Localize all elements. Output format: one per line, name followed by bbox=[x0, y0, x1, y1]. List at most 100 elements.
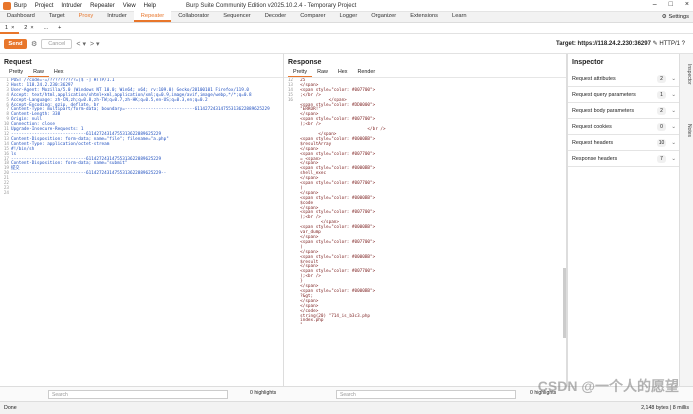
tab-collaborator[interactable]: Collaborator bbox=[171, 11, 216, 22]
tab-intruder[interactable]: Intruder bbox=[100, 11, 134, 22]
tab-sequencer[interactable]: Sequencer bbox=[216, 11, 258, 22]
menu-view[interactable]: View bbox=[123, 3, 136, 9]
menu-bar: Burp Project Intruder Repeater View Help bbox=[14, 3, 164, 9]
request-body[interactable]: POST /?code=-=/??????????=[$ -] HTTP/1.1… bbox=[11, 78, 279, 177]
inspector-row[interactable]: Request body parameters 2 ⌄ bbox=[568, 103, 680, 119]
inspector-row-label: Request headers bbox=[572, 140, 614, 146]
window-controls: – □ × bbox=[653, 1, 689, 8]
inspector-row-count: 10 bbox=[657, 139, 666, 147]
cancel-button[interactable]: Cancel bbox=[41, 38, 73, 49]
settings-gear-icon[interactable]: ⚙ bbox=[31, 40, 37, 48]
menu-project[interactable]: Project bbox=[35, 3, 54, 9]
response-search-input[interactable]: Search bbox=[336, 390, 516, 399]
chevron-down-icon[interactable]: ⌄ bbox=[671, 135, 676, 151]
request-tab-label: 2 bbox=[24, 24, 28, 31]
target-label: Target: bbox=[555, 41, 576, 47]
add-tab-button[interactable]: + bbox=[53, 23, 66, 34]
side-tab-notes[interactable]: Notes bbox=[682, 124, 692, 137]
http-version: HTTP/1 bbox=[659, 41, 680, 47]
inspector-row[interactable]: Request query parameters 1 ⌄ bbox=[568, 87, 680, 103]
response-scrollbar[interactable] bbox=[563, 268, 566, 338]
inspector-row-label: Request attributes bbox=[572, 76, 616, 82]
repeater-toolbar: Send ⚙ Cancel < ▾ > ▾ Target: https://11… bbox=[0, 34, 693, 54]
help-icon[interactable]: ? bbox=[682, 41, 685, 47]
watermark: CSDN @一个人的愿望 bbox=[537, 378, 679, 394]
code-line: " bbox=[295, 323, 303, 329]
edit-icon[interactable]: ✎ bbox=[653, 41, 658, 47]
chevron-down-icon[interactable]: ⌄ bbox=[671, 119, 676, 135]
send-button[interactable]: Send bbox=[4, 38, 27, 49]
menu-burp[interactable]: Burp bbox=[14, 3, 27, 9]
target-display: Target: https://118.24.2.230:36297 ✎ HTT… bbox=[556, 40, 685, 47]
tab-repeater[interactable]: Repeater bbox=[133, 11, 172, 22]
menu-help[interactable]: Help bbox=[144, 3, 156, 9]
status-bar: Done 2,148 bytes | 8 millis bbox=[0, 401, 693, 414]
chevron-down-icon[interactable]: ⌄ bbox=[671, 87, 676, 103]
close-tab-icon[interactable]: × bbox=[11, 23, 14, 32]
tab-dashboard[interactable]: Dashboard bbox=[0, 11, 42, 22]
request-title: Request bbox=[4, 59, 32, 66]
window-title: Burp Suite Community Edition v2025.10.2.… bbox=[186, 2, 357, 9]
tab-decoder[interactable]: Decoder bbox=[258, 11, 294, 22]
request-line-numbers: 1 2 3 4 5 6 7 8 9 10 11 12 13 14 15 16 17 18 19 20 21 22 23 24 bbox=[0, 78, 9, 197]
request-tab-1[interactable]: 1 × bbox=[0, 22, 20, 34]
inspector-panel: Inspector Request attributes 2 ⌄ Request qu… bbox=[567, 54, 680, 386]
request-pane: Request Pretty Raw Hex 1 2 3 4 5 6 7 8 9 10 11 12 13… bbox=[0, 54, 284, 386]
request-highlight-count: 0 highlights bbox=[250, 390, 277, 396]
inspector-row-label: Request query parameters bbox=[572, 92, 636, 98]
inspector-row-count: 2 bbox=[657, 107, 666, 115]
inspector-row-count: 7 bbox=[657, 155, 666, 163]
chevron-down-icon[interactable]: ⌄ bbox=[671, 103, 676, 119]
tab-organizer[interactable]: Organizer bbox=[364, 11, 403, 22]
response-title: Response bbox=[288, 59, 322, 66]
close-icon[interactable]: × bbox=[685, 1, 689, 8]
request-search-input[interactable]: Search bbox=[48, 390, 228, 399]
side-tabs: Inspector Notes bbox=[679, 54, 693, 386]
inspector-row-count: 0 bbox=[657, 123, 666, 131]
side-tab-inspector[interactable]: Inspector bbox=[682, 64, 692, 85]
inspector-row[interactable]: Request headers 10 ⌄ bbox=[568, 135, 680, 151]
code-line: -----------------------------61142724314… bbox=[11, 171, 167, 177]
request-tab-2[interactable]: 2 × bbox=[19, 23, 38, 34]
tab-comparer[interactable]: Comparer bbox=[293, 11, 332, 22]
line-number: 24 bbox=[3, 190, 9, 196]
repeater-request-tabs: 1 × 2 × ... + bbox=[0, 22, 693, 34]
chevron-down-icon[interactable]: ⌄ bbox=[671, 151, 676, 167]
main-tabs: Dashboard Target Proxy Intruder Repeater… bbox=[0, 11, 693, 23]
tab-proxy[interactable]: Proxy bbox=[72, 11, 101, 22]
request-tab-label: 1 bbox=[5, 24, 9, 31]
maximize-icon[interactable]: □ bbox=[669, 1, 673, 8]
menu-intruder[interactable]: Intruder bbox=[61, 3, 82, 9]
target-url: https://118.24.2.230:36297 bbox=[577, 41, 651, 47]
status-text: Done bbox=[4, 405, 17, 411]
burp-logo-icon bbox=[3, 1, 11, 10]
response-body[interactable]: 25 </span> <span style="color: #007700">… bbox=[295, 78, 562, 329]
forward-arrow-icon[interactable]: > ▾ bbox=[90, 40, 100, 48]
tab-extensions[interactable]: Extensions bbox=[403, 11, 445, 22]
close-tab-icon[interactable]: × bbox=[30, 23, 33, 34]
response-size: 2,148 bytes | 8 millis bbox=[641, 405, 689, 411]
response-pane: Response Pretty Raw Hex Render 12 13 14 15 1… bbox=[284, 54, 567, 386]
response-line-numbers: 12 13 14 15 16 bbox=[284, 78, 293, 104]
request-tab-label: ... bbox=[43, 24, 49, 31]
tab-learn[interactable]: Learn bbox=[445, 11, 474, 22]
line-number: 16 bbox=[287, 97, 293, 103]
request-tab-more[interactable]: ... bbox=[39, 23, 54, 34]
inspector-row-count: 1 bbox=[657, 91, 666, 99]
back-arrow-icon[interactable]: < ▾ bbox=[76, 40, 86, 48]
inspector-row[interactable]: Request attributes 2 ⌄ bbox=[568, 71, 680, 87]
menu-repeater[interactable]: Repeater bbox=[90, 3, 115, 9]
tab-target[interactable]: Target bbox=[42, 11, 72, 22]
settings-label: Settings bbox=[668, 14, 689, 20]
chevron-down-icon[interactable]: ⌄ bbox=[671, 71, 676, 87]
inspector-row[interactable]: Request cookies 0 ⌄ bbox=[568, 119, 680, 135]
inspector-title: Inspector bbox=[572, 59, 604, 66]
tab-logger[interactable]: Logger bbox=[333, 11, 365, 22]
request-editor[interactable]: 1 2 3 4 5 6 7 8 9 10 11 12 13 14 15 16 17 18 19 20 21 22 23 24 … bbox=[0, 77, 283, 386]
settings-button[interactable]: ⚙ Settings bbox=[662, 12, 689, 23]
response-editor[interactable]: 12 13 14 15 16 25 </span> <span style="color… bbox=[284, 77, 566, 386]
inspector-row[interactable]: Response headers 7 ⌄ bbox=[568, 151, 680, 167]
inspector-row-label: Response headers bbox=[572, 156, 618, 162]
gear-icon: ⚙ bbox=[661, 14, 667, 20]
minimize-icon[interactable]: – bbox=[653, 1, 657, 8]
